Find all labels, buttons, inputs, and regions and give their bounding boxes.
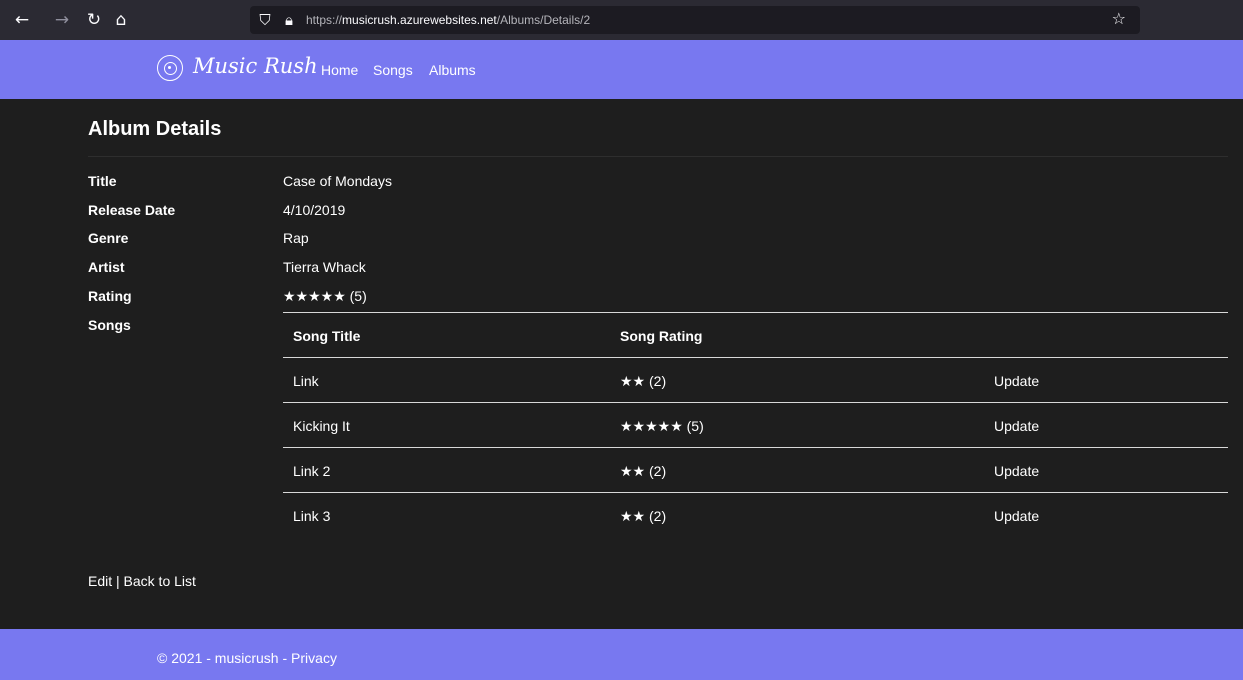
bookmark-star-icon[interactable]: ☆	[1112, 9, 1126, 28]
url-text[interactable]: https://musicrush.azurewebsites.net/Albu…	[306, 13, 590, 27]
table-row: Link 2 ★★ (2) Update	[283, 447, 1228, 492]
site-header: Music Rush Home Songs Albums	[0, 40, 1243, 99]
table-header-row: Song Title Song Rating	[283, 312, 1228, 357]
detail-label-title: Title	[88, 173, 117, 189]
update-link[interactable]: Update	[994, 418, 1039, 434]
song-rating: ★★ (2)	[620, 373, 667, 389]
page-title: Album Details	[88, 118, 222, 140]
table-row: Link ★★ (2) Update	[283, 357, 1228, 402]
reload-icon[interactable]: ↻	[84, 10, 104, 30]
nav-link-albums[interactable]: Albums	[429, 62, 476, 78]
detail-value-genre: Rap	[283, 230, 309, 246]
song-rating: ★★ (2)	[620, 508, 667, 524]
detail-label-songs: Songs	[88, 317, 131, 333]
edit-link[interactable]: Edit	[88, 573, 112, 589]
detail-value-release-date: 4/10/2019	[283, 202, 346, 218]
nav-link-songs[interactable]: Songs	[373, 62, 413, 78]
browser-toolbar: ← → ↻ ⌂ ⛉ 🔒︎ https://musicrush.azurewebs…	[0, 0, 1243, 40]
table-row: Link 3 ★★ (2) Update	[283, 492, 1228, 537]
url-prefix: https://	[306, 13, 343, 27]
detail-label-artist: Artist	[88, 259, 125, 275]
home-icon[interactable]: ⌂	[111, 10, 131, 30]
song-title: Link	[293, 373, 319, 389]
back-to-list-link[interactable]: Back to List	[124, 573, 196, 589]
song-rating: ★★★★★ (5)	[620, 418, 704, 434]
link-separator: |	[116, 573, 120, 589]
back-arrow-icon[interactable]: ←	[12, 10, 32, 30]
forward-arrow-icon[interactable]: →	[52, 10, 72, 30]
detail-value-title: Case of Mondays	[283, 173, 392, 189]
song-title: Kicking It	[293, 418, 350, 434]
song-rating: ★★ (2)	[620, 463, 667, 479]
privacy-link[interactable]: Privacy	[291, 650, 337, 666]
update-link[interactable]: Update	[994, 508, 1039, 524]
detail-value-artist: Tierra Whack	[283, 259, 366, 275]
songs-table: Song Title Song Rating Link ★★ (2) Updat…	[283, 312, 1228, 537]
detail-value-rating: ★★★★★ (5)	[283, 288, 367, 304]
site-footer: © 2021 - musicrush - Privacy	[0, 629, 1243, 680]
footer-separator: -	[282, 650, 288, 666]
vinyl-record-icon[interactable]	[157, 55, 183, 81]
brand-name[interactable]: Music Rush	[193, 54, 318, 78]
url-domain: musicrush.azurewebsites.net	[342, 13, 497, 27]
update-link[interactable]: Update	[994, 463, 1039, 479]
footer-text: © 2021 - musicrush - Privacy	[157, 650, 337, 666]
update-link[interactable]: Update	[994, 373, 1039, 389]
address-bar[interactable]: ⛉ 🔒︎ https://musicrush.azurewebsites.net…	[250, 6, 1140, 34]
column-header-song-rating: Song Rating	[620, 328, 703, 344]
title-divider	[88, 156, 1228, 157]
table-row: Kicking It ★★★★★ (5) Update	[283, 402, 1228, 447]
song-title: Link 3	[293, 508, 331, 524]
song-title: Link 2	[293, 463, 331, 479]
column-header-song-title: Song Title	[293, 328, 361, 344]
lock-icon[interactable]: 🔒︎	[280, 10, 298, 30]
nav-link-home[interactable]: Home	[321, 62, 358, 78]
detail-label-genre: Genre	[88, 230, 129, 246]
shield-icon[interactable]: ⛉	[256, 10, 274, 30]
action-links: Edit | Back to List	[88, 573, 196, 589]
detail-label-release-date: Release Date	[88, 202, 176, 218]
copyright-text: © 2021 - musicrush	[157, 650, 279, 666]
url-path: /Albums/Details/2	[496, 13, 591, 27]
detail-label-rating: Rating	[88, 288, 132, 304]
